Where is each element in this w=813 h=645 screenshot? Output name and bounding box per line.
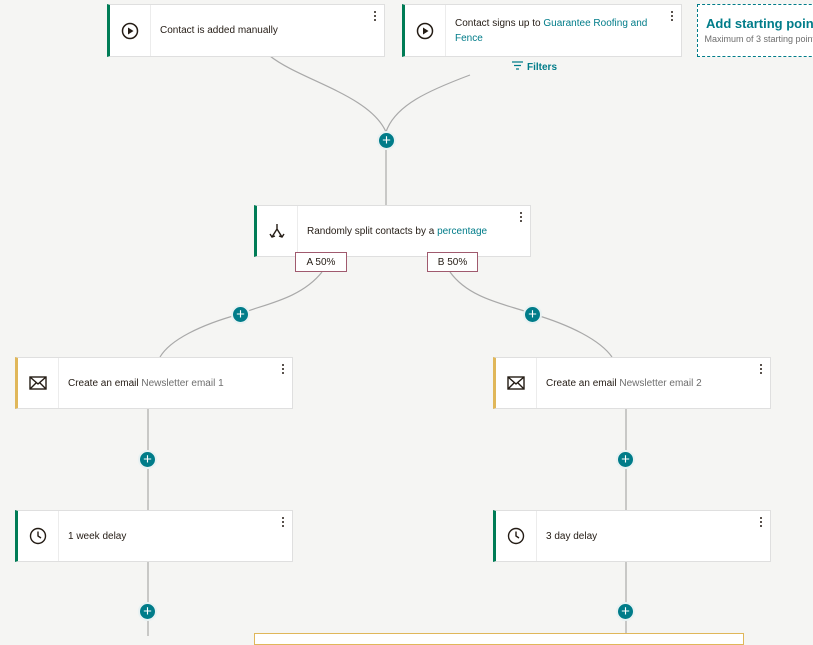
- envelope-icon: [496, 358, 537, 408]
- email-card-branch-b[interactable]: Create an email Newsletter email 2: [493, 357, 771, 409]
- delay-label: 1 week delay: [68, 530, 127, 542]
- more-options-icon[interactable]: [756, 517, 766, 531]
- play-icon: [405, 5, 446, 56]
- email-label: Create an email Newsletter email 1: [68, 377, 224, 389]
- filters-label: Filters: [527, 61, 558, 73]
- random-split-card[interactable]: Randomly split contacts by a percentage: [254, 205, 531, 257]
- filters-button[interactable]: Filters: [512, 61, 557, 73]
- add-step-button[interactable]: +: [231, 305, 250, 324]
- delay-card-branch-b[interactable]: 3 day delay: [493, 510, 771, 562]
- delay-label: 3 day delay: [546, 530, 598, 542]
- filter-icon: [512, 61, 523, 73]
- trigger-label: Contact is added manually: [160, 25, 278, 36]
- more-options-icon[interactable]: [516, 212, 526, 226]
- add-starting-point-button[interactable]: Add starting point Maximum of 3 starting…: [697, 4, 813, 57]
- add-step-button[interactable]: +: [138, 602, 157, 621]
- percentage-link[interactable]: percentage: [437, 226, 487, 237]
- add-step-button[interactable]: +: [616, 450, 635, 469]
- clock-icon: [18, 511, 59, 561]
- trigger-card-signup[interactable]: Contact signs up to Guarantee Roofing an…: [402, 4, 682, 57]
- more-options-icon[interactable]: [756, 364, 766, 378]
- branch-a-tag[interactable]: A 50%: [295, 252, 347, 272]
- play-icon: [110, 5, 151, 56]
- add-step-button[interactable]: +: [523, 305, 542, 324]
- add-step-button[interactable]: +: [616, 602, 635, 621]
- email-card-branch-a[interactable]: Create an email Newsletter email 1: [15, 357, 293, 409]
- trigger-label: Contact signs up to Guarantee Roofing an…: [455, 17, 648, 44]
- delay-card-branch-a[interactable]: 1 week delay: [15, 510, 293, 562]
- clock-icon: [496, 511, 537, 561]
- email-label: Create an email Newsletter email 2: [546, 377, 702, 389]
- more-options-icon[interactable]: [278, 517, 288, 531]
- envelope-icon: [18, 358, 59, 408]
- more-options-icon[interactable]: [667, 11, 677, 25]
- add-step-button[interactable]: +: [377, 131, 396, 150]
- split-icon: [257, 206, 298, 256]
- more-options-icon[interactable]: [278, 364, 288, 378]
- branch-b-tag[interactable]: B 50%: [427, 252, 478, 272]
- add-starting-point-subtitle: Maximum of 3 starting points: [704, 34, 813, 44]
- more-options-icon[interactable]: [370, 11, 380, 25]
- next-step-card[interactable]: [254, 633, 744, 645]
- add-starting-point-title: Add starting point: [706, 16, 813, 31]
- trigger-card-manual[interactable]: Contact is added manually: [107, 4, 385, 57]
- add-step-button[interactable]: +: [138, 450, 157, 469]
- split-label: Randomly split contacts by a percentage: [307, 225, 488, 237]
